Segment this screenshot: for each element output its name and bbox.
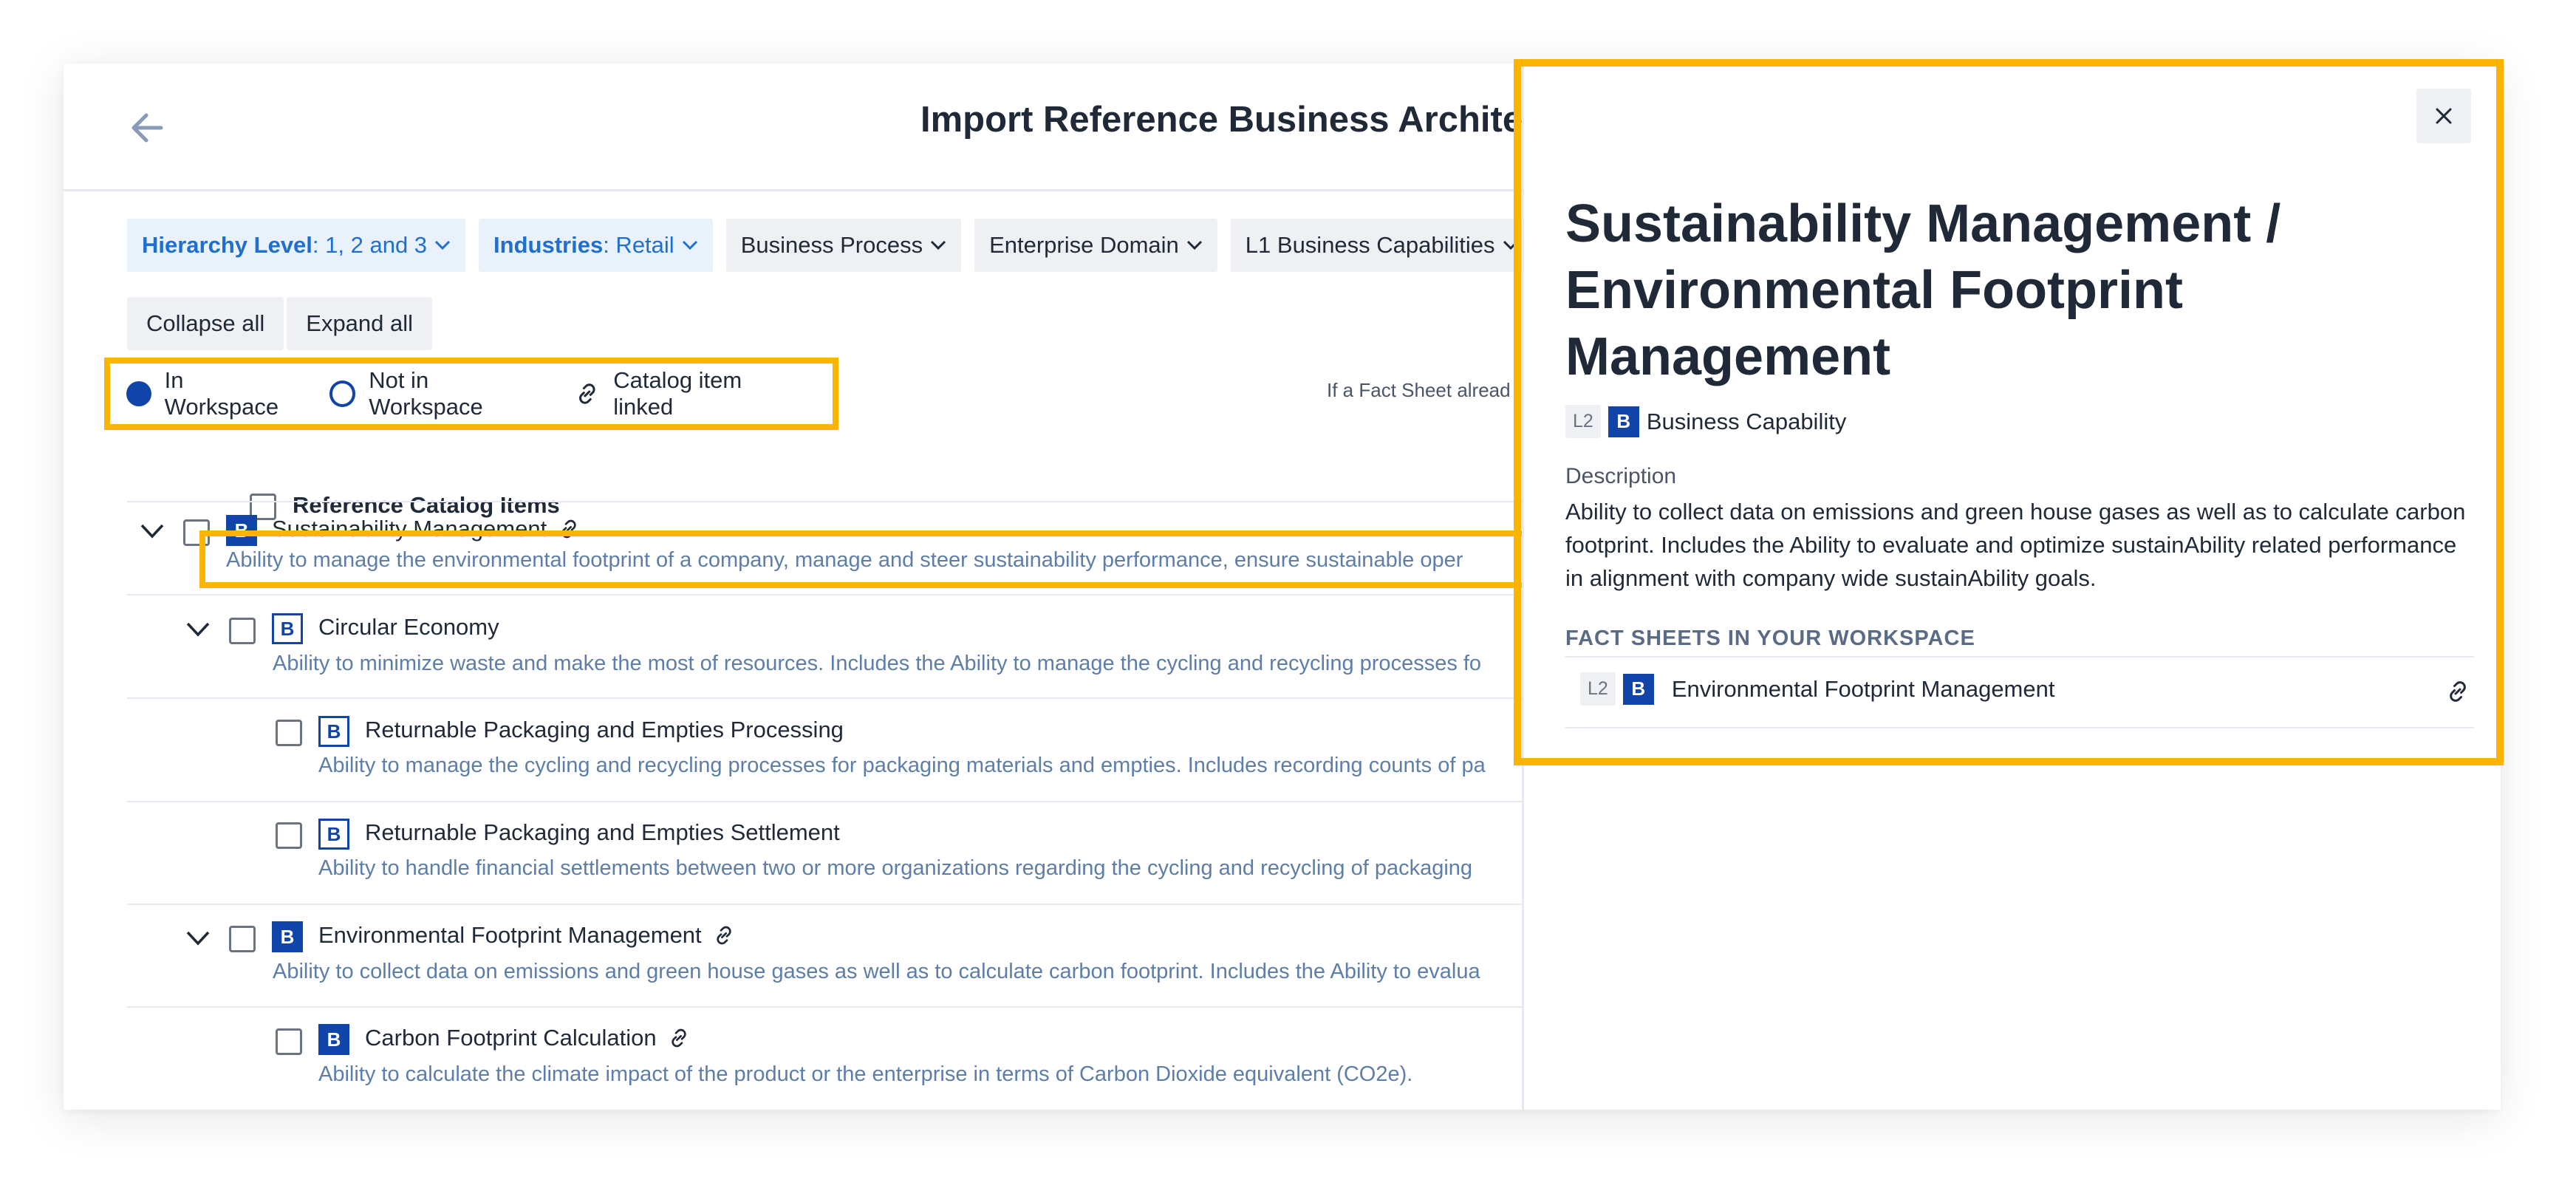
link-icon [671, 1028, 686, 1048]
fact-sheet-name: Environmental Footprint Management [1671, 675, 2055, 702]
close-button[interactable] [2416, 89, 2471, 143]
fact-sheet-list: L2 B Environmental Footprint Management [1565, 656, 2474, 728]
row-name[interactable]: Carbon Footprint Calculation [365, 1025, 691, 1051]
table-divider [127, 801, 1568, 802]
business-capability-badge: B [272, 921, 303, 952]
row-checkbox[interactable] [276, 1028, 302, 1055]
chevron-down-icon [1186, 240, 1202, 250]
business-capability-badge: B [272, 613, 303, 644]
business-capability-badge: B [318, 1024, 349, 1055]
row-description: Ability to collect data on emissions and… [273, 960, 1480, 983]
filter-industries[interactable]: Industries: Retail [479, 219, 713, 272]
tree-actions: Collapse all Expand all [127, 297, 433, 350]
business-capability-badge: B [318, 716, 349, 747]
legend: In Workspace Not in Workspace Catalog it… [104, 358, 838, 430]
close-icon [2436, 108, 2452, 124]
chevron-down-icon [1503, 240, 1518, 250]
filter-business-process[interactable]: Business Process [725, 219, 962, 272]
chevron-down-icon [682, 240, 697, 250]
table-divider [127, 697, 1568, 699]
chevron-down-icon [931, 240, 946, 250]
fact-sheet-type: Business Capability [1646, 408, 1847, 434]
legend-not-in-workspace: Not in Workspace [329, 367, 547, 420]
level-tag: L2 [1580, 672, 1616, 706]
legend-in-workspace: In Workspace [126, 367, 303, 420]
row-checkbox[interactable] [276, 720, 302, 746]
section-title: FACT SHEETS IN YOUR WORKSPACE [1565, 627, 1975, 650]
description-text: Ability to collect data on emissions and… [1565, 499, 2466, 591]
link-icon[interactable] [2445, 678, 2471, 705]
fact-sheet-item[interactable]: L2 B Environmental Footprint Management [1580, 672, 2054, 706]
import-hint: If a Fact Sheet alread [1327, 379, 1511, 401]
table-divider [127, 594, 1568, 595]
filled-circle-icon [126, 381, 151, 406]
chevron-down-icon[interactable] [185, 930, 211, 946]
level-tag: L2 [1565, 405, 1601, 438]
back-arrow-icon[interactable] [123, 102, 174, 154]
filter-enterprise-domain[interactable]: Enterprise Domain [974, 219, 1217, 272]
row-name[interactable]: Returnable Packaging and Empties Settlem… [365, 819, 840, 846]
table-divider [127, 501, 1568, 502]
row-checkbox[interactable] [229, 926, 256, 952]
business-capability-badge: B [1608, 406, 1639, 437]
row-description: Ability to manage the cycling and recycl… [318, 754, 1486, 777]
legend-catalog-linked: Catalog item linked [574, 367, 806, 420]
chevron-down-icon [434, 240, 451, 250]
chevron-down-icon[interactable] [140, 523, 165, 539]
table-divider [127, 1006, 1568, 1008]
column-header-label: Reference Catalog Items [293, 492, 560, 518]
row-name[interactable]: Returnable Packaging and Empties Process… [365, 717, 844, 743]
filter-bar: Hierarchy Level: 1, 2 and 3 Industries: … [127, 219, 1534, 272]
business-capability-badge: B [1622, 673, 1654, 705]
row-checkbox[interactable] [229, 618, 256, 644]
row-description: Ability to handle financial settlements … [318, 856, 1473, 880]
table-divider [127, 904, 1568, 905]
empty-circle-icon [329, 380, 356, 407]
page-title: Import Reference Business Architecture [920, 100, 1611, 140]
filter-l1-business-capabilities[interactable]: L1 Business Capabilities [1230, 219, 1534, 272]
expand-all-button[interactable]: Expand all [287, 297, 433, 350]
filter-hierarchy-level[interactable]: Hierarchy Level: 1, 2 and 3 [127, 219, 466, 272]
row-name[interactable]: Environmental Footprint Management [318, 922, 736, 949]
row-checkbox[interactable] [276, 822, 302, 849]
business-capability-badge: B [318, 819, 349, 850]
collapse-all-button[interactable]: Collapse all [127, 297, 284, 350]
detail-panel: Sustainability Management / Environmenta… [1522, 64, 2501, 1110]
link-icon [717, 926, 731, 945]
panel-title: Sustainability Management / Environmenta… [1565, 194, 2281, 386]
row-description: Ability to calculate the climate impact … [318, 1062, 1413, 1086]
row-name[interactable]: Circular Economy [318, 614, 499, 641]
description-highlight [199, 530, 1603, 588]
description-label: Description [1565, 464, 1677, 488]
link-icon [578, 383, 595, 404]
row-description: Ability to minimize waste and make the m… [273, 652, 1482, 675]
chevron-down-icon[interactable] [185, 621, 211, 638]
panel-meta: L2 B Business Capability [1565, 405, 1846, 438]
